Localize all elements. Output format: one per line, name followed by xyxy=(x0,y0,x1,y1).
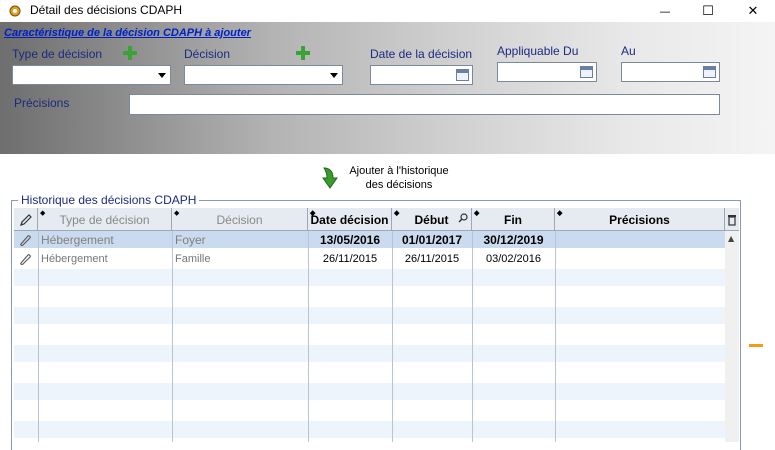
column-divider xyxy=(308,231,309,442)
precisions-label: Précisions xyxy=(14,96,70,110)
decision-date-field[interactable] xyxy=(370,65,473,85)
cell-start: 26/11/2015 xyxy=(404,252,460,265)
sort-icon: ◆ xyxy=(174,210,180,217)
column-header-decision[interactable]: ◆ Décision xyxy=(172,208,308,231)
add-to-history-button[interactable]: Ajouter à l'historique des décisions xyxy=(318,162,458,194)
section-title-link[interactable]: Caractéristique de la décision CDAPH à a… xyxy=(4,27,251,39)
edit-column-header[interactable] xyxy=(14,208,38,231)
precisions-input[interactable] xyxy=(129,94,720,115)
applicable-to-field[interactable] xyxy=(621,62,720,82)
orange-marker xyxy=(749,344,763,347)
search-icon[interactable] xyxy=(458,213,468,223)
add-label-line1: Ajouter à l'historique xyxy=(349,165,449,177)
decision-label: Décision xyxy=(184,47,231,61)
empty-row xyxy=(14,383,725,400)
column-header-date-label: Date décision xyxy=(310,212,389,227)
sort-icon: ◆ xyxy=(394,210,400,217)
minimize-button[interactable]: — xyxy=(645,0,685,22)
sort-icon: ◆ xyxy=(557,210,563,217)
chevron-down-icon[interactable] xyxy=(328,69,340,81)
history-grid-header: ◆ Type de décision ◆ Décision ◆ Date déc… xyxy=(14,208,739,231)
cell-date: 13/05/2016 xyxy=(319,232,381,247)
column-header-start[interactable]: ◆ Début xyxy=(392,208,472,231)
empty-row xyxy=(14,326,725,343)
cell-type: Hébergement xyxy=(41,252,108,265)
vertical-scrollbar[interactable]: ▲ xyxy=(725,231,739,442)
down-arrow-icon xyxy=(322,167,338,189)
add-to-history-label: Ajouter à l'historique des décisions xyxy=(348,164,450,192)
column-divider xyxy=(555,231,556,442)
empty-row xyxy=(14,402,725,419)
sort-icon: ◆ xyxy=(310,210,316,217)
empty-row xyxy=(14,345,725,362)
cell-end: 30/12/2019 xyxy=(483,232,544,247)
empty-row xyxy=(14,364,725,381)
delete-column-header[interactable] xyxy=(725,208,739,231)
applicable-from-label: Appliquable Du xyxy=(497,44,579,58)
table-row[interactable]: Hébergement Famille 26/11/2015 26/11/201… xyxy=(14,250,725,267)
sort-icon: ◆ xyxy=(474,210,480,217)
column-header-start-label: Début xyxy=(414,212,449,227)
decision-form-panel: Caractéristique de la décision CDAPH à a… xyxy=(0,22,775,154)
gear-icon xyxy=(9,5,21,17)
close-button[interactable]: ✕ xyxy=(733,0,773,22)
empty-row xyxy=(14,288,725,305)
column-header-precisions[interactable]: ◆ Précisions xyxy=(555,208,725,231)
type-decision-label: Type de décision xyxy=(12,47,103,61)
cell-precisions xyxy=(558,231,722,248)
table-row[interactable]: Hébergement Foyer 13/05/2016 01/01/2017 … xyxy=(14,231,725,248)
maximize-button[interactable]: ☐ xyxy=(688,0,728,22)
cell-decision: Famille xyxy=(175,252,211,265)
history-grid: Hébergement Foyer 13/05/2016 01/01/2017 … xyxy=(14,231,725,442)
empty-row xyxy=(14,307,725,324)
paperclip-icon[interactable] xyxy=(18,231,36,248)
column-header-type-label: Type de décision xyxy=(59,212,150,227)
calendar-icon[interactable] xyxy=(456,69,469,81)
title-bar: Détail des décisions CDAPH — ☐ ✕ xyxy=(0,0,775,22)
cell-end: 03/02/2016 xyxy=(485,252,542,265)
column-divider xyxy=(172,231,173,442)
decision-date-label: Date de la décision xyxy=(370,47,473,61)
column-divider xyxy=(472,231,473,442)
applicable-to-label: Au xyxy=(621,44,636,58)
plus-icon[interactable] xyxy=(295,45,311,61)
trash-icon xyxy=(728,214,736,226)
sort-icon: ◆ xyxy=(40,210,46,217)
window-title: Détail des décisions CDAPH xyxy=(30,3,183,17)
chevron-down-icon[interactable] xyxy=(156,69,168,81)
cell-start: 01/01/2017 xyxy=(401,232,463,247)
column-header-decision-label: Décision xyxy=(216,212,263,227)
column-header-type[interactable]: ◆ Type de décision xyxy=(38,208,172,231)
add-label-line2: des décisions xyxy=(365,179,433,191)
plus-icon[interactable] xyxy=(122,45,138,61)
paperclip-icon[interactable] xyxy=(18,250,36,267)
cell-date: 26/11/2015 xyxy=(322,252,378,265)
history-legend: Historique des décisions CDAPH xyxy=(18,193,200,207)
scroll-up-icon[interactable]: ▲ xyxy=(728,234,734,243)
column-header-date[interactable]: ◆ Date décision xyxy=(308,208,392,231)
applicable-from-field[interactable] xyxy=(497,62,597,82)
column-header-end-label: Fin xyxy=(504,212,522,227)
decision-select[interactable] xyxy=(184,65,343,85)
type-decision-select[interactable] xyxy=(12,65,171,85)
empty-row xyxy=(14,421,725,438)
calendar-icon[interactable] xyxy=(703,66,716,78)
column-divider xyxy=(392,231,393,442)
cell-precisions xyxy=(558,250,722,267)
empty-row xyxy=(14,269,725,286)
cell-type: Hébergement xyxy=(41,232,114,247)
pencil-icon xyxy=(19,213,32,226)
column-divider xyxy=(38,231,39,442)
column-header-precisions-label: Précisions xyxy=(609,212,670,227)
column-header-end[interactable]: ◆ Fin xyxy=(472,208,555,231)
calendar-icon[interactable] xyxy=(580,66,593,78)
cell-decision: Foyer xyxy=(175,232,206,247)
